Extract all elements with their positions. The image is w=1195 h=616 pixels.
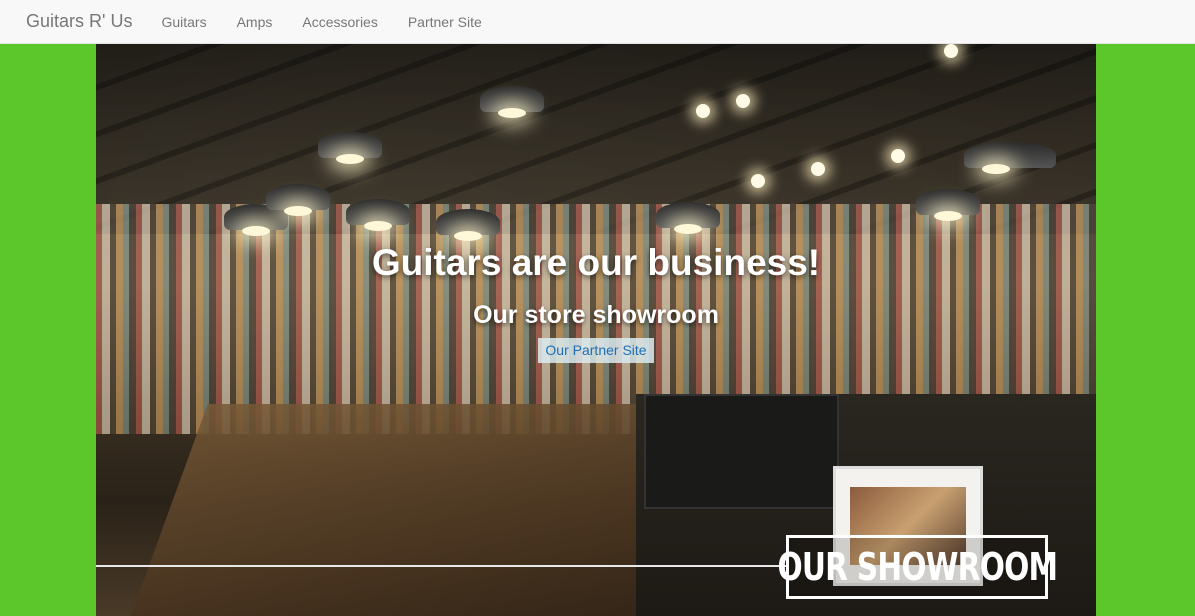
pendant-lamp	[266, 184, 330, 216]
pendant-lamp	[346, 199, 410, 231]
pendant-lamp	[964, 142, 1056, 174]
nav-link-amps[interactable]: Amps	[237, 14, 273, 30]
nav-link-guitars[interactable]: Guitars	[161, 14, 206, 30]
pendant-lamp	[656, 202, 720, 234]
brand-link[interactable]: Guitars R' Us	[0, 11, 161, 32]
navbar: Guitars R' Us Guitars Amps Accessories P…	[0, 0, 1195, 44]
partner-site-button[interactable]: Our Partner Site	[538, 338, 654, 363]
divider-line	[96, 565, 786, 567]
ceiling-bulb	[736, 94, 750, 108]
hero-title: Guitars are our business!	[371, 242, 821, 283]
nav-link-accessories[interactable]: Accessories	[302, 14, 377, 30]
pendant-lamp	[916, 189, 980, 221]
pendant-lamp	[318, 132, 382, 164]
register-monitor	[644, 394, 839, 509]
showroom-badge: OUR SHOWROOM	[777, 535, 1058, 599]
pendant-lamp	[480, 86, 544, 118]
ceiling-bulb	[811, 162, 825, 176]
nav-link-partner-site[interactable]: Partner Site	[408, 14, 482, 30]
ceiling-bulb	[751, 174, 765, 188]
hero-subtitle: Our store showroom	[473, 301, 719, 329]
showroom-badge-label: OUR SHOWROOM	[777, 545, 1058, 589]
ceiling-bulb	[891, 149, 905, 163]
hero-banner: Guitars are our business! Our store show…	[96, 44, 1096, 616]
ceiling-bulb	[944, 44, 958, 58]
ceiling-bulb	[696, 104, 710, 118]
pendant-lamp	[436, 209, 500, 241]
